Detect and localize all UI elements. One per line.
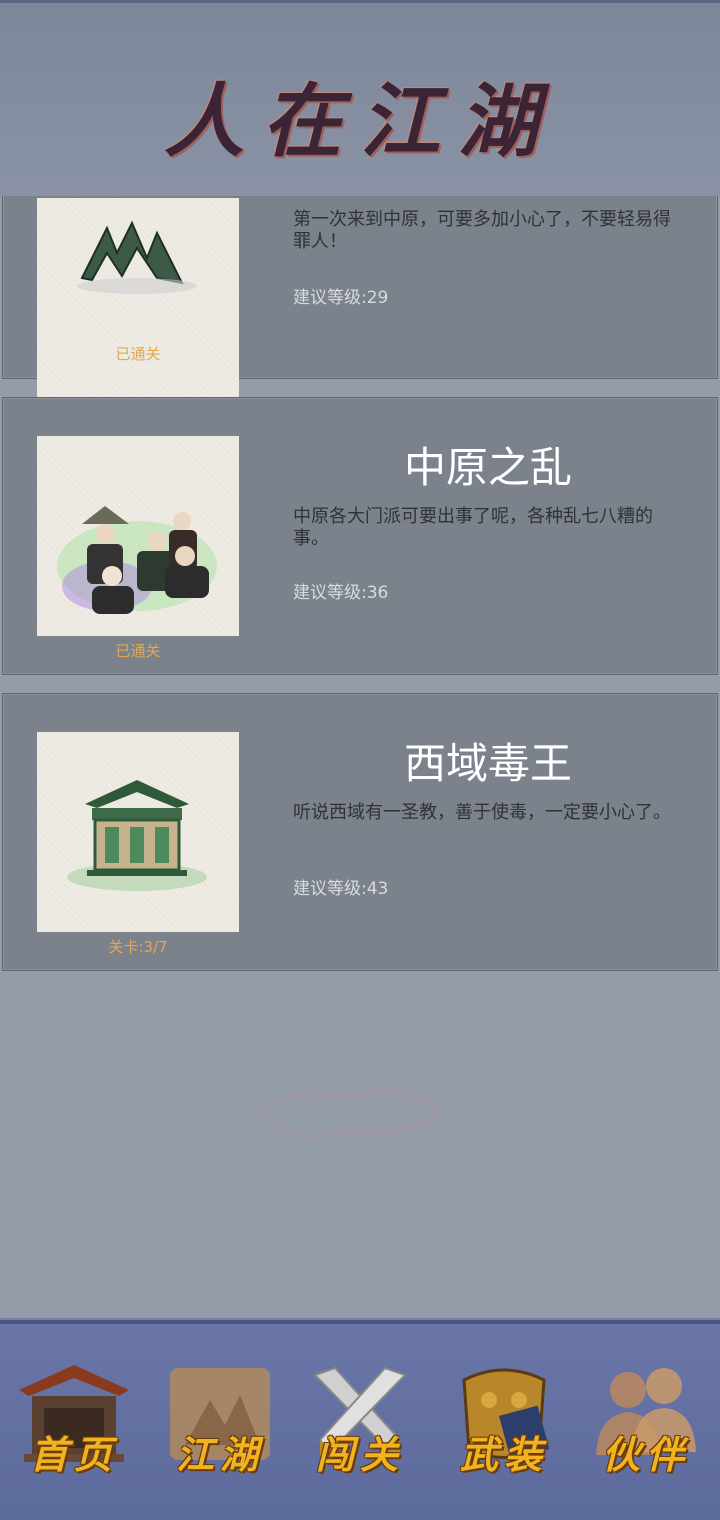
level-recommended: 建议等级:43 (293, 879, 389, 899)
nav-label: 武装 (459, 1432, 548, 1477)
app-title: 人在江湖 (164, 74, 556, 168)
level-status: 已通关 (115, 345, 161, 363)
martial-artists-icon (37, 436, 239, 636)
level-status: 已通关 (115, 642, 161, 660)
nav-label: 首页 (29, 1432, 118, 1477)
nav-label: 江湖 (175, 1432, 264, 1477)
level-title: 西域毒王 (403, 739, 572, 788)
nav-label: 伙伴 (601, 1432, 690, 1477)
header: 人在江湖 (0, 0, 720, 196)
level-recommended: 建议等级:29 (293, 288, 389, 308)
level-title: 中原之乱 (403, 443, 572, 492)
level-list[interactable]: 第一次来到中原，可要多加小心了，不要轻易得罪人！ 建议等级:29 已通关 中原之… (0, 196, 720, 1320)
nav-label: 闯关 (315, 1432, 404, 1477)
nav-partners[interactable]: 伙伴 (586, 1360, 706, 1490)
cloud-watermark-icon (257, 1090, 442, 1138)
level-recommended: 建议等级:36 (293, 583, 389, 603)
nav-jianghu[interactable]: 江湖 (160, 1360, 280, 1490)
nav-challenge[interactable]: 闯关 (300, 1360, 420, 1490)
level-description: 听说西域有一圣教，善于使毒，一定要小心了。 (293, 802, 671, 823)
level-card[interactable]: 中原之乱 中原各大门派可要出事了呢，各种乱七八糟的事。 建议等级:36 已通关 (2, 397, 718, 675)
nav-home[interactable]: 首页 (14, 1360, 134, 1490)
level-description: 中原各大门派可要出事了呢，各种乱七八糟的事。 (293, 506, 653, 549)
level-status: 关卡:3/7 (108, 938, 168, 956)
nav-equipment[interactable]: 武装 (444, 1360, 564, 1490)
level-description: 第一次来到中原，可要多加小心了，不要轻易得罪人！ (293, 209, 671, 252)
level-card[interactable]: 第一次来到中原，可要多加小心了，不要轻易得罪人！ 建议等级:29 已通关 (2, 196, 718, 398)
pavilion-icon (37, 732, 239, 932)
mountain-icon (37, 198, 239, 398)
level-card[interactable]: 西域毒王 听说西域有一圣教，善于使毒，一定要小心了。 建议等级:43 关卡:3/… (2, 693, 718, 971)
bottom-nav: 首页 江湖 闯关 武装 伙伴 (0, 1320, 720, 1520)
